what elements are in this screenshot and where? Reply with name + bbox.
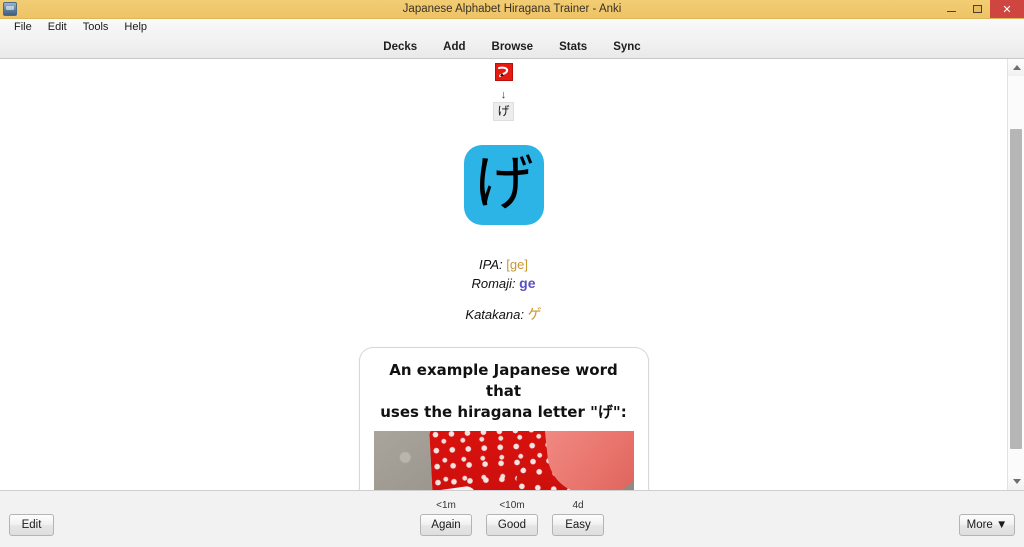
stroke-order-row <box>0 59 1007 86</box>
edit-button[interactable]: Edit <box>9 514 54 536</box>
stroke-order-icon <box>495 63 513 81</box>
scroll-up-arrow-icon[interactable] <box>1008 59 1024 76</box>
hiragana-character: げ <box>474 154 534 214</box>
card-webview: ↓ げ げ IPA: [ge] Romaji: ge Katakana: <box>0 59 1007 490</box>
katakana-line: Katakana: ゲ <box>0 305 1007 325</box>
example-title: An example Japanese word that uses the h… <box>374 360 634 423</box>
nav-item-sync[interactable]: Sync <box>613 41 641 53</box>
romaji-line: Romaji: ge <box>0 274 1007 293</box>
bottom-toolbar: Edit <1m Again <10m Good 4d Easy More ▼ <box>0 490 1024 547</box>
nav-item-stats[interactable]: Stats <box>559 41 587 53</box>
meta-spacer <box>0 293 1007 305</box>
example-title-line1: An example Japanese word that <box>374 360 634 402</box>
vertical-scrollbar[interactable] <box>1007 59 1024 490</box>
answer-again: <1m Again <box>420 499 472 536</box>
menu-item-edit[interactable]: Edit <box>40 19 75 36</box>
card-metadata: IPA: [ge] Romaji: ge Katakana: ゲ <box>0 255 1007 325</box>
photo-pink-garment <box>544 431 633 490</box>
menu-item-tools[interactable]: Tools <box>75 19 117 36</box>
down-arrow-icon: ↓ <box>0 88 1007 102</box>
card-content-area: ↓ げ げ IPA: [ge] Romaji: ge Katakana: <box>0 59 1024 490</box>
again-button[interactable]: Again <box>420 514 472 536</box>
example-title-line2: uses the hiragana letter "げ": <box>374 402 634 423</box>
menu-bar: File Edit Tools Help <box>0 19 1024 36</box>
answer-good: <10m Good <box>486 499 538 536</box>
menu-item-help[interactable]: Help <box>116 19 155 36</box>
ipa-line: IPA: [ge] <box>0 255 1007 274</box>
maximize-button[interactable] <box>964 0 990 18</box>
maximize-icon <box>973 5 982 13</box>
ipa-value: [ge] <box>506 257 528 272</box>
answer-easy: 4d Easy <box>552 499 604 536</box>
more-button[interactable]: More ▼ <box>959 514 1015 536</box>
scroll-down-arrow-icon[interactable] <box>1008 473 1024 490</box>
katakana-label: Katakana: <box>465 307 524 322</box>
example-photo <box>374 431 634 490</box>
mini-kana-row: げ <box>0 102 1007 121</box>
interval-again: <1m <box>436 499 456 512</box>
interval-easy: 4d <box>572 499 583 512</box>
title-bar: Japanese Alphabet Hiragana Trainer - Ank… <box>0 0 1024 19</box>
minimize-icon <box>947 11 956 12</box>
good-button[interactable]: Good <box>486 514 538 536</box>
ipa-label: IPA: <box>479 257 503 272</box>
nav-item-add[interactable]: Add <box>443 41 465 53</box>
window-title: Japanese Alphabet Hiragana Trainer - Ank… <box>0 0 1024 18</box>
example-word-card: An example Japanese word that uses the h… <box>359 347 649 490</box>
menu-item-file[interactable]: File <box>6 19 40 36</box>
mini-kana-label: げ <box>493 102 513 121</box>
close-button[interactable]: ✕ <box>990 0 1024 18</box>
anki-icon <box>3 2 17 16</box>
romaji-label: Romaji: <box>471 276 515 291</box>
easy-button[interactable]: Easy <box>552 514 604 536</box>
hiragana-tile: げ <box>464 145 544 225</box>
interval-good: <10m <box>499 499 524 512</box>
minimize-button[interactable] <box>938 0 964 18</box>
anki-main-window: Japanese Alphabet Hiragana Trainer - Ank… <box>0 0 1024 547</box>
nav-toolbar: Decks Add Browse Stats Sync <box>0 36 1024 59</box>
katakana-value: ゲ <box>528 307 542 323</box>
romaji-value: ge <box>519 275 535 291</box>
answer-buttons-group: <1m Again <10m Good 4d Easy <box>420 499 604 536</box>
nav-item-decks[interactable]: Decks <box>383 41 417 53</box>
nav-item-browse[interactable]: Browse <box>492 41 534 53</box>
scrollbar-thumb[interactable] <box>1010 129 1022 449</box>
window-controls: ✕ <box>938 0 1024 18</box>
